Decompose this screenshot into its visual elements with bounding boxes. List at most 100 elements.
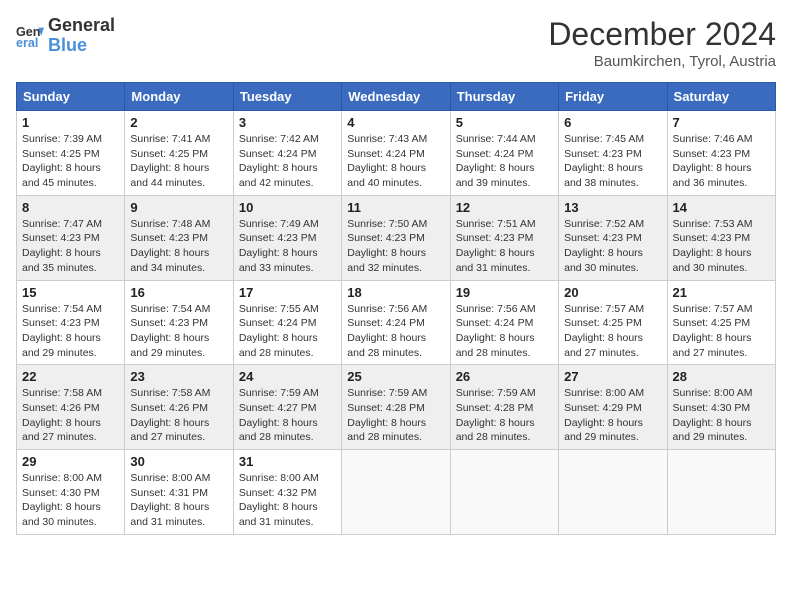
daylight-hours: Daylight: 8 hours and 45 minutes. [22,162,101,189]
day-info: Sunrise: 7:59 AM Sunset: 4:27 PM Dayligh… [239,386,336,445]
sunset-time: Sunset: 4:23 PM [456,232,534,244]
weekday-header-thursday: Thursday [450,83,558,111]
daylight-hours: Daylight: 8 hours and 31 minutes. [456,247,535,274]
day-number: 9 [130,200,227,215]
day-number: 17 [239,285,336,300]
sunset-time: Sunset: 4:32 PM [239,487,317,499]
sunset-time: Sunset: 4:29 PM [564,402,642,414]
day-number: 30 [130,454,227,469]
day-info: Sunrise: 7:42 AM Sunset: 4:24 PM Dayligh… [239,132,336,191]
sunrise-time: Sunrise: 7:59 AM [456,387,536,399]
day-number: 22 [22,369,119,384]
daylight-hours: Daylight: 8 hours and 38 minutes. [564,162,643,189]
calendar-table: SundayMondayTuesdayWednesdayThursdayFrid… [16,82,776,535]
sunrise-time: Sunrise: 7:59 AM [239,387,319,399]
sunrise-time: Sunrise: 7:59 AM [347,387,427,399]
day-info: Sunrise: 7:57 AM Sunset: 4:25 PM Dayligh… [564,302,661,361]
sunset-time: Sunset: 4:30 PM [673,402,751,414]
day-info: Sunrise: 8:00 AM Sunset: 4:29 PM Dayligh… [564,386,661,445]
day-info: Sunrise: 7:46 AM Sunset: 4:23 PM Dayligh… [673,132,770,191]
day-info: Sunrise: 7:58 AM Sunset: 4:26 PM Dayligh… [130,386,227,445]
sunrise-time: Sunrise: 7:58 AM [130,387,210,399]
sunrise-time: Sunrise: 7:41 AM [130,133,210,145]
day-info: Sunrise: 7:41 AM Sunset: 4:25 PM Dayligh… [130,132,227,191]
day-info: Sunrise: 7:47 AM Sunset: 4:23 PM Dayligh… [22,217,119,276]
day-info: Sunrise: 7:56 AM Sunset: 4:24 PM Dayligh… [347,302,444,361]
calendar-cell: 21 Sunrise: 7:57 AM Sunset: 4:25 PM Dayl… [667,280,775,365]
day-number: 5 [456,115,553,130]
calendar-cell [342,450,450,535]
sunrise-time: Sunrise: 7:46 AM [673,133,753,145]
weekday-header-saturday: Saturday [667,83,775,111]
day-info: Sunrise: 8:00 AM Sunset: 4:31 PM Dayligh… [130,471,227,530]
sunrise-time: Sunrise: 7:53 AM [673,218,753,230]
calendar-cell: 3 Sunrise: 7:42 AM Sunset: 4:24 PM Dayli… [233,111,341,196]
day-number: 24 [239,369,336,384]
daylight-hours: Daylight: 8 hours and 28 minutes. [239,332,318,359]
day-info: Sunrise: 7:59 AM Sunset: 4:28 PM Dayligh… [347,386,444,445]
sunset-time: Sunset: 4:23 PM [239,232,317,244]
day-info: Sunrise: 8:00 AM Sunset: 4:32 PM Dayligh… [239,471,336,530]
day-number: 1 [22,115,119,130]
daylight-hours: Daylight: 8 hours and 27 minutes. [564,332,643,359]
sunrise-time: Sunrise: 7:57 AM [673,303,753,315]
daylight-hours: Daylight: 8 hours and 27 minutes. [22,417,101,444]
day-info: Sunrise: 7:39 AM Sunset: 4:25 PM Dayligh… [22,132,119,191]
calendar-cell: 20 Sunrise: 7:57 AM Sunset: 4:25 PM Dayl… [559,280,667,365]
sunrise-time: Sunrise: 7:58 AM [22,387,102,399]
sunrise-time: Sunrise: 7:51 AM [456,218,536,230]
daylight-hours: Daylight: 8 hours and 27 minutes. [130,417,209,444]
calendar-cell: 18 Sunrise: 7:56 AM Sunset: 4:24 PM Dayl… [342,280,450,365]
day-number: 2 [130,115,227,130]
day-number: 19 [456,285,553,300]
weekday-header-tuesday: Tuesday [233,83,341,111]
sunset-time: Sunset: 4:26 PM [22,402,100,414]
daylight-hours: Daylight: 8 hours and 28 minutes. [456,332,535,359]
day-number: 26 [456,369,553,384]
sunset-time: Sunset: 4:26 PM [130,402,208,414]
daylight-hours: Daylight: 8 hours and 40 minutes. [347,162,426,189]
daylight-hours: Daylight: 8 hours and 32 minutes. [347,247,426,274]
daylight-hours: Daylight: 8 hours and 36 minutes. [673,162,752,189]
sunrise-time: Sunrise: 7:55 AM [239,303,319,315]
sunset-time: Sunset: 4:23 PM [564,232,642,244]
day-info: Sunrise: 7:49 AM Sunset: 4:23 PM Dayligh… [239,217,336,276]
sunrise-time: Sunrise: 8:00 AM [564,387,644,399]
daylight-hours: Daylight: 8 hours and 31 minutes. [130,501,209,528]
title-block: December 2024 Baumkirchen, Tyrol, Austri… [548,16,776,70]
day-info: Sunrise: 7:48 AM Sunset: 4:23 PM Dayligh… [130,217,227,276]
sunset-time: Sunset: 4:24 PM [456,317,534,329]
sunrise-time: Sunrise: 8:00 AM [130,472,210,484]
day-info: Sunrise: 7:44 AM Sunset: 4:24 PM Dayligh… [456,132,553,191]
calendar-cell: 16 Sunrise: 7:54 AM Sunset: 4:23 PM Dayl… [125,280,233,365]
calendar-cell: 24 Sunrise: 7:59 AM Sunset: 4:27 PM Dayl… [233,365,341,450]
calendar-cell: 28 Sunrise: 8:00 AM Sunset: 4:30 PM Dayl… [667,365,775,450]
calendar-cell: 23 Sunrise: 7:58 AM Sunset: 4:26 PM Dayl… [125,365,233,450]
sunset-time: Sunset: 4:23 PM [22,317,100,329]
weekday-header-friday: Friday [559,83,667,111]
daylight-hours: Daylight: 8 hours and 35 minutes. [22,247,101,274]
sunset-time: Sunset: 4:25 PM [22,148,100,160]
day-info: Sunrise: 7:58 AM Sunset: 4:26 PM Dayligh… [22,386,119,445]
day-number: 12 [456,200,553,215]
sunrise-time: Sunrise: 7:54 AM [22,303,102,315]
calendar-cell: 26 Sunrise: 7:59 AM Sunset: 4:28 PM Dayl… [450,365,558,450]
day-info: Sunrise: 8:00 AM Sunset: 4:30 PM Dayligh… [673,386,770,445]
day-number: 3 [239,115,336,130]
day-info: Sunrise: 7:51 AM Sunset: 4:23 PM Dayligh… [456,217,553,276]
day-info: Sunrise: 7:54 AM Sunset: 4:23 PM Dayligh… [130,302,227,361]
day-number: 21 [673,285,770,300]
day-info: Sunrise: 8:00 AM Sunset: 4:30 PM Dayligh… [22,471,119,530]
sunset-time: Sunset: 4:31 PM [130,487,208,499]
daylight-hours: Daylight: 8 hours and 27 minutes. [673,332,752,359]
calendar-cell [667,450,775,535]
sunset-time: Sunset: 4:24 PM [347,148,425,160]
sunrise-time: Sunrise: 7:39 AM [22,133,102,145]
day-number: 6 [564,115,661,130]
daylight-hours: Daylight: 8 hours and 39 minutes. [456,162,535,189]
sunset-time: Sunset: 4:30 PM [22,487,100,499]
week-row-3: 15 Sunrise: 7:54 AM Sunset: 4:23 PM Dayl… [17,280,776,365]
day-info: Sunrise: 7:52 AM Sunset: 4:23 PM Dayligh… [564,217,661,276]
day-info: Sunrise: 7:53 AM Sunset: 4:23 PM Dayligh… [673,217,770,276]
day-number: 23 [130,369,227,384]
